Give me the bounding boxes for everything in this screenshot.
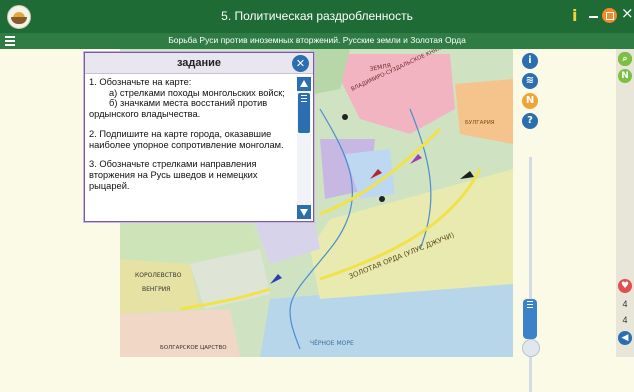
label-bolgarskoe: БОЛГАРСКОЕ ЦАРСТВО — [160, 345, 227, 351]
task-scrollbar[interactable] — [297, 77, 311, 219]
prev-page-icon[interactable]: ◀ — [618, 331, 632, 345]
task-header: задание — [85, 53, 313, 74]
label-chernoe-more: ЧЁРНОЕ МОРЕ — [310, 340, 354, 347]
help-icon[interactable]: ? — [522, 113, 538, 129]
title-bar: 5. Политическая раздробленность i × — [0, 0, 634, 33]
page-total: 4 — [622, 315, 628, 325]
close-icon[interactable]: × — [621, 4, 634, 22]
page-current: 4 — [622, 299, 628, 309]
right-sidebar: ↑ — [616, 49, 634, 357]
label-bulgaria: БУЛГАРИЯ — [465, 120, 495, 126]
label-vengriya: ВЕНГРИЯ — [142, 286, 170, 293]
slider-end-icon[interactable] — [522, 339, 540, 357]
map-tools: i ≋ N ? — [518, 49, 542, 392]
scroll-up-icon[interactable] — [297, 77, 311, 91]
scroll-down-icon[interactable] — [297, 205, 311, 219]
restore-icon[interactable] — [602, 8, 617, 23]
task-item-1a: а) стрелками походы монгольских войск; — [109, 87, 285, 98]
search-icon[interactable]: ⌕ — [618, 52, 632, 66]
task-item-2: 2. Подпишите на карте города, оказавшие … — [89, 128, 284, 150]
info-icon[interactable]: i — [522, 53, 538, 69]
task-item-1: 1. Обозначьте на карте: — [89, 77, 192, 87]
task-item-1b: б) значками места восстаний против ордын… — [89, 98, 268, 120]
n-icon[interactable]: N — [618, 69, 632, 83]
label-korolevstvo: КОРОЛЕВСТВО — [135, 272, 182, 279]
lesson-bar: Борьба Руси против иноземных вторжений. … — [0, 33, 634, 49]
letter-n-icon[interactable]: N — [522, 93, 538, 109]
lesson-title: Борьба Руси против иноземных вторжений. … — [168, 35, 466, 45]
minimize-icon[interactable] — [589, 16, 598, 18]
task-item-3: 3. Обозначьте стрелками направления втор… — [89, 159, 258, 191]
scroll-thumb[interactable] — [298, 93, 310, 133]
close-task-button[interactable]: ✕ — [292, 55, 309, 72]
task-text: 1. Обозначьте на карте: а) стрелками пох… — [89, 77, 295, 200]
zoom-slider-thumb[interactable] — [523, 299, 537, 339]
layers-icon[interactable]: ≋ — [522, 73, 538, 89]
info-icon[interactable]: i — [572, 6, 577, 25]
task-panel: задание ✕ 1. Обозначьте на карте: а) стр… — [84, 52, 314, 222]
bookmark-icon[interactable]: ♥ — [618, 279, 632, 293]
window-title: 5. Политическая раздробленность — [221, 9, 413, 23]
